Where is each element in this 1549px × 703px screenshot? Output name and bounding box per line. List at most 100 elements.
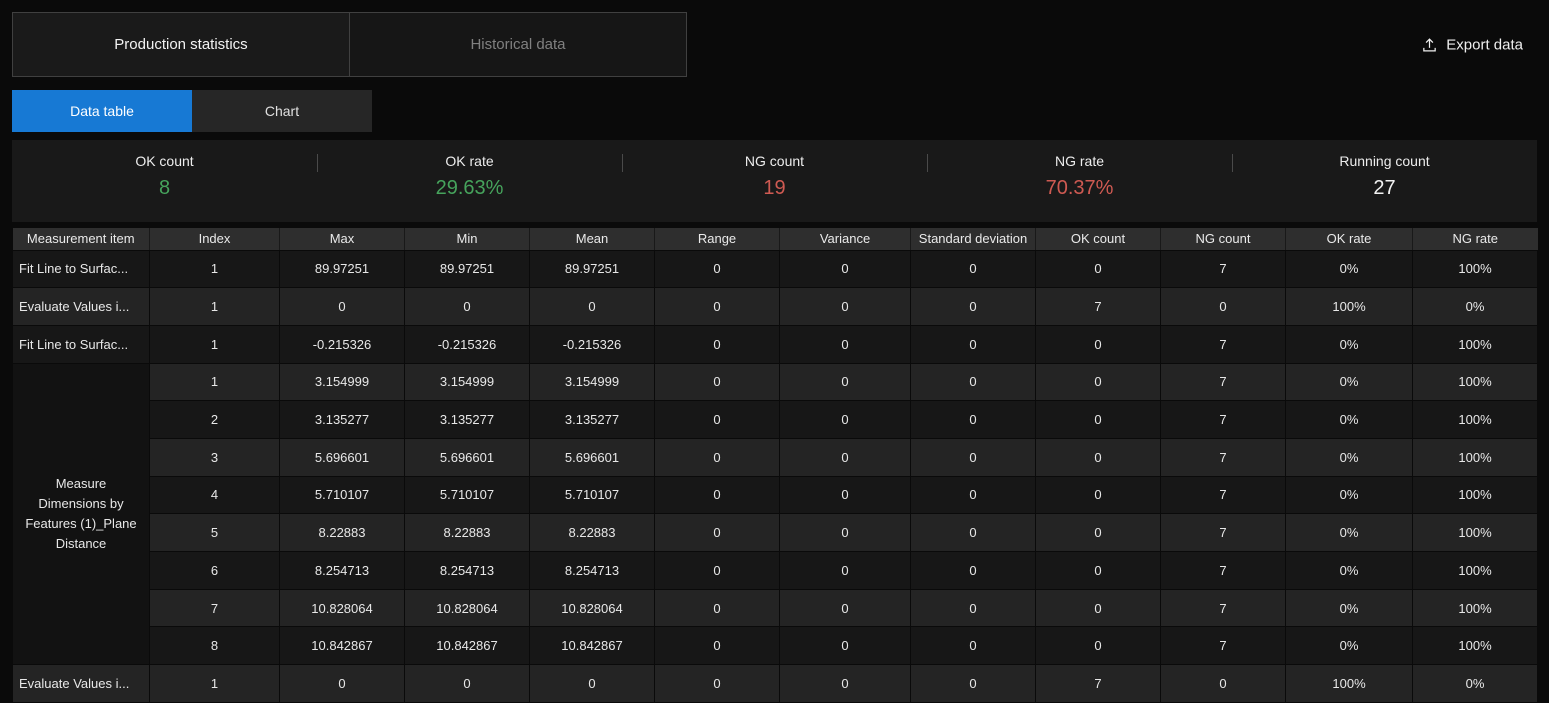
table-cell: 10.842867: [405, 627, 530, 665]
stat-ok-rate: OK rate29.63%: [317, 140, 622, 222]
table-cell: 100%: [1286, 288, 1413, 326]
table-cell: 0%: [1286, 401, 1413, 439]
table-cell: 0: [1036, 325, 1161, 363]
table-cell: 0: [1036, 552, 1161, 590]
table-cell: 7: [1161, 552, 1286, 590]
table-row[interactable]: 810.84286710.84286710.842867000070%100%: [13, 627, 1538, 665]
column-header-ok-rate: OK rate: [1286, 228, 1413, 250]
table-row[interactable]: 710.82806410.82806410.828064000070%100%: [13, 589, 1538, 627]
table-cell: 3.154999: [405, 363, 530, 401]
table-row[interactable]: 23.1352773.1352773.135277000070%100%: [13, 401, 1538, 439]
table-cell: 4: [150, 476, 280, 514]
subtab-chart[interactable]: Chart: [192, 90, 372, 132]
table-cell: 0: [780, 589, 911, 627]
table-cell: 0: [655, 401, 780, 439]
stat-ok-count: OK count8: [12, 140, 317, 222]
table-cell: 0: [780, 325, 911, 363]
measurement-item-cell: Fit Line to Surfac...: [13, 325, 150, 363]
stat-value: 27: [1232, 177, 1537, 200]
table-cell: 3.135277: [405, 401, 530, 439]
table-cell: 3.135277: [280, 401, 405, 439]
table-cell: 7: [1161, 514, 1286, 552]
table-cell: 0%: [1286, 589, 1413, 627]
table-cell: 0%: [1286, 627, 1413, 665]
table-cell: 7: [1161, 589, 1286, 627]
subtab-data-table-label: Data table: [70, 103, 134, 119]
table-cell: 8.254713: [280, 552, 405, 590]
table-cell: 0: [780, 363, 911, 401]
table-row[interactable]: Fit Line to Surfac...1-0.215326-0.215326…: [13, 325, 1538, 363]
view-switcher: Data table Chart: [12, 90, 1537, 132]
table-cell: 0: [911, 665, 1036, 703]
table-row[interactable]: 35.6966015.6966015.696601000070%100%: [13, 438, 1538, 476]
table-cell: 0%: [1286, 363, 1413, 401]
table-cell: 10.828064: [530, 589, 655, 627]
table-cell: 7: [1161, 627, 1286, 665]
table-row[interactable]: Measure Dimensions by Features (1)_Plane…: [13, 363, 1538, 401]
table-cell: 7: [1161, 250, 1286, 288]
table-cell: 5.696601: [280, 438, 405, 476]
column-header-index: Index: [150, 228, 280, 250]
table-cell: 0: [655, 288, 780, 326]
table-cell: 100%: [1413, 514, 1538, 552]
tab-historical-data-label: Historical data: [470, 36, 565, 53]
table-cell: 0: [780, 552, 911, 590]
table-cell: 0: [655, 665, 780, 703]
table-cell: 0: [1161, 288, 1286, 326]
measurement-item-cell: Evaluate Values i...: [13, 665, 150, 703]
export-data-button[interactable]: Export data: [1413, 30, 1531, 59]
tab-production-statistics-label: Production statistics: [114, 36, 247, 53]
table-cell: 100%: [1413, 363, 1538, 401]
table-cell: 0: [1036, 514, 1161, 552]
table-cell: 8.22883: [530, 514, 655, 552]
table-cell: 0: [1036, 438, 1161, 476]
table-cell: 6: [150, 552, 280, 590]
measurement-data-table: Measurement itemIndexMaxMinMeanRangeVari…: [12, 228, 1538, 703]
table-cell: 0: [911, 401, 1036, 439]
table-row[interactable]: 58.228838.228838.22883000070%100%: [13, 514, 1538, 552]
table-row[interactable]: 45.7101075.7101075.710107000070%100%: [13, 476, 1538, 514]
table-cell: 3: [150, 438, 280, 476]
table-cell: 0: [655, 589, 780, 627]
table-cell: 7: [1161, 401, 1286, 439]
table-cell: 0: [911, 589, 1036, 627]
table-cell: 0: [405, 665, 530, 703]
table-cell: 0: [780, 514, 911, 552]
column-header-measurement-item: Measurement item: [13, 228, 150, 250]
stat-running-count: Running count 27: [1232, 140, 1537, 222]
table-cell: 3.154999: [280, 363, 405, 401]
table-cell: 0%: [1413, 665, 1538, 703]
table-cell: 0: [911, 250, 1036, 288]
column-header-standard-deviation: Standard deviation: [911, 228, 1036, 250]
column-header-min: Min: [405, 228, 530, 250]
table-row[interactable]: 68.2547138.2547138.254713000070%100%: [13, 552, 1538, 590]
subtab-data-table[interactable]: Data table: [12, 90, 192, 132]
table-row[interactable]: Fit Line to Surfac...189.9725189.9725189…: [13, 250, 1538, 288]
table-cell: 0: [1036, 589, 1161, 627]
table-cell: 8.22883: [280, 514, 405, 552]
table-cell: 5.696601: [405, 438, 530, 476]
table-cell: 0: [655, 363, 780, 401]
column-header-range: Range: [655, 228, 780, 250]
stat-label: OK count: [12, 153, 317, 169]
stat-label: Running count: [1232, 153, 1537, 169]
table-row[interactable]: Evaluate Values i...100000070100%0%: [13, 665, 1538, 703]
table-cell: 8.22883: [405, 514, 530, 552]
table-cell: 0: [1036, 627, 1161, 665]
table-cell: 5.710107: [405, 476, 530, 514]
table-cell: 0: [280, 665, 405, 703]
table-cell: 0: [1036, 250, 1161, 288]
table-cell: 100%: [1413, 627, 1538, 665]
table-cell: 100%: [1413, 438, 1538, 476]
column-header-ng-rate: NG rate: [1413, 228, 1538, 250]
column-header-mean: Mean: [530, 228, 655, 250]
table-cell: 0: [911, 288, 1036, 326]
tab-production-statistics[interactable]: Production statistics: [12, 12, 350, 77]
table-cell: 1: [150, 288, 280, 326]
table-row[interactable]: Evaluate Values i...100000070100%0%: [13, 288, 1538, 326]
table-cell: 0: [911, 476, 1036, 514]
stats-summary-panel: OK count8OK rate29.63%NG count19NG rate7…: [12, 140, 1537, 222]
table-cell: 89.97251: [405, 250, 530, 288]
tab-historical-data[interactable]: Historical data: [349, 12, 687, 77]
table-cell: 0%: [1286, 514, 1413, 552]
